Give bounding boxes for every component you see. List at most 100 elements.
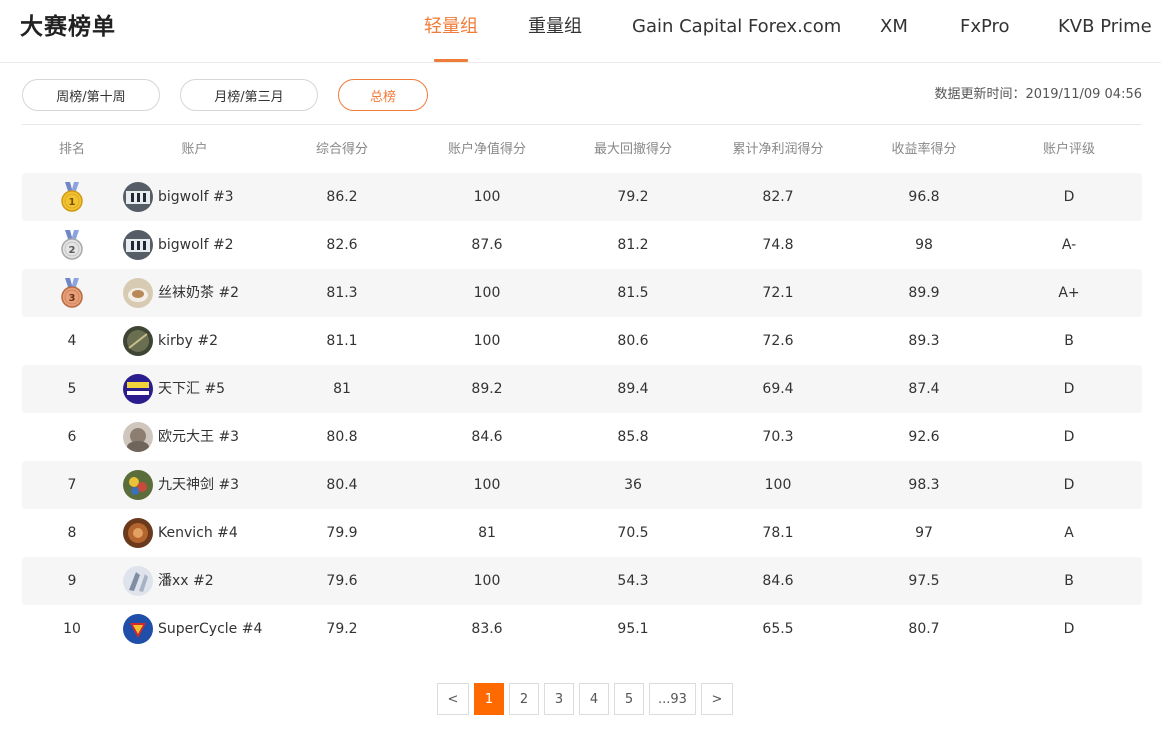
- page-button[interactable]: 1: [474, 683, 504, 715]
- tab-xm[interactable]: XM: [880, 14, 908, 40]
- table-row[interactable]: 7 九天神剑 #3 80.4 100 36 100 98.3 D: [22, 461, 1142, 509]
- drawdown-score: 95.1: [617, 621, 649, 637]
- rank-cell: 10: [63, 621, 81, 637]
- avatar: [123, 278, 153, 308]
- page-button[interactable]: 3: [544, 683, 574, 715]
- svg-text:2: 2: [69, 245, 76, 256]
- tab-fxpro[interactable]: FxPro: [960, 14, 1010, 40]
- account-name[interactable]: 九天神剑 #3: [158, 461, 239, 509]
- rank-cell: 8: [67, 525, 77, 541]
- profit-score: 65.5: [762, 621, 794, 637]
- overall-ranking-button[interactable]: 总榜: [338, 79, 428, 111]
- equity-score: 100: [473, 333, 501, 349]
- total-score: 80.4: [326, 477, 358, 493]
- profit-score: 72.1: [762, 285, 794, 301]
- account-name[interactable]: bigwolf #2: [158, 221, 234, 269]
- page-button[interactable]: 2: [509, 683, 539, 715]
- table-row[interactable]: 8 Kenvich #4 79.9 81 70.5 78.1 97 A: [22, 509, 1142, 557]
- account-cell[interactable]: SuperCycle #4: [122, 605, 292, 653]
- account-grade: D: [1063, 477, 1075, 493]
- last-page-button[interactable]: ...93: [649, 683, 696, 715]
- return-score: 96.8: [908, 189, 940, 205]
- drawdown-score: 70.5: [617, 525, 649, 541]
- profit-score: 82.7: [762, 189, 794, 205]
- account-name[interactable]: 丝袜奶茶 #2: [158, 269, 239, 317]
- monthly-ranking-button[interactable]: 月榜/第三月: [180, 79, 318, 111]
- account-cell[interactable]: 丝袜奶茶 #2: [122, 269, 292, 317]
- profit-score: 100: [764, 477, 792, 493]
- divider: [22, 124, 1142, 125]
- total-score: 79.6: [326, 573, 358, 589]
- account-name[interactable]: bigwolf #3: [158, 173, 234, 221]
- avatar: [123, 422, 153, 452]
- return-score: 98.3: [908, 477, 940, 493]
- table-row[interactable]: 6 欧元大王 #3 80.8 84.6 85.8 70.3 92.6 D: [22, 413, 1142, 461]
- tab-lightweight[interactable]: 轻量组: [424, 14, 478, 40]
- profit-score: 69.4: [762, 381, 794, 397]
- total-score: 81.3: [326, 285, 358, 301]
- table-row[interactable]: 10 SuperCycle #4 79.2 83.6 95.1 65.5 80.…: [22, 605, 1142, 653]
- prev-page-button[interactable]: <: [437, 683, 469, 715]
- rank-cell: 2: [22, 221, 122, 269]
- account-cell[interactable]: bigwolf #2: [122, 221, 292, 269]
- account-cell[interactable]: 九天神剑 #3: [122, 461, 292, 509]
- table-row[interactable]: 3 丝袜奶茶 #2 81.3 100 81.5 72.1 89.9 A+: [22, 269, 1142, 317]
- page-button[interactable]: 4: [579, 683, 609, 715]
- table-row[interactable]: 2 bigwolf #2 82.6 87.6 81.2 74.8 98 A-: [22, 221, 1142, 269]
- account-grade: D: [1063, 621, 1075, 637]
- tab-heavyweight[interactable]: 重量组: [528, 14, 582, 40]
- column-header-rank: 排名: [58, 142, 85, 157]
- ranking-table: 1 bigwolf #3 86.2 100 79.2 82.7 96.8 D 2: [22, 173, 1142, 653]
- next-page-button[interactable]: >: [701, 683, 733, 715]
- account-grade: B: [1064, 573, 1074, 589]
- account-cell[interactable]: Kenvich #4: [122, 509, 292, 557]
- svg-text:1: 1: [69, 197, 76, 208]
- return-score: 97.5: [908, 573, 940, 589]
- account-cell[interactable]: 天下汇 #5: [122, 365, 292, 413]
- rank-cell: 1: [22, 173, 122, 221]
- account-name[interactable]: 欧元大王 #3: [158, 413, 239, 461]
- table-row[interactable]: 4 kirby #2 81.1 100 80.6 72.6 89.3 B: [22, 317, 1142, 365]
- tab-gain-capital[interactable]: Gain Capital Forex.com: [632, 14, 841, 40]
- equity-score: 100: [473, 573, 501, 589]
- account-name[interactable]: Kenvich #4: [158, 509, 238, 557]
- profit-score: 84.6: [762, 573, 794, 589]
- drawdown-score: 89.4: [617, 381, 649, 397]
- avatar: [123, 230, 153, 260]
- total-score: 79.2: [326, 621, 358, 637]
- drawdown-score: 79.2: [617, 189, 649, 205]
- avatar: [123, 470, 153, 500]
- profit-score: 70.3: [762, 429, 794, 445]
- avatar: [123, 374, 153, 404]
- table-row[interactable]: 5 天下汇 #5 81 89.2 89.4 69.4 87.4 D: [22, 365, 1142, 413]
- bronze-medal-icon: 3: [61, 278, 83, 308]
- rank-cell: 5: [67, 381, 77, 397]
- total-score: 82.6: [326, 237, 358, 253]
- equity-score: 100: [473, 189, 501, 205]
- return-score: 92.6: [908, 429, 940, 445]
- total-score: 79.9: [326, 525, 358, 541]
- column-header-account: 账户: [181, 142, 208, 157]
- account-name[interactable]: 潘xx #2: [158, 557, 214, 605]
- account-name[interactable]: kirby #2: [158, 317, 218, 365]
- drawdown-score: 36: [624, 477, 642, 493]
- avatar: [123, 518, 153, 548]
- account-grade: A+: [1058, 285, 1080, 301]
- table-row[interactable]: 9 潘xx #2 79.6 100 54.3 84.6 97.5 B: [22, 557, 1142, 605]
- account-name[interactable]: SuperCycle #4: [158, 605, 262, 653]
- avatar: [123, 566, 153, 596]
- account-name[interactable]: 天下汇 #5: [158, 365, 225, 413]
- weekly-ranking-button[interactable]: 周榜/第十周: [22, 79, 160, 111]
- account-cell[interactable]: kirby #2: [122, 317, 292, 365]
- table-row[interactable]: 1 bigwolf #3 86.2 100 79.2 82.7 96.8 D: [22, 173, 1142, 221]
- total-score: 81.1: [326, 333, 358, 349]
- account-cell[interactable]: bigwolf #3: [122, 173, 292, 221]
- page-button[interactable]: 5: [614, 683, 644, 715]
- return-score: 89.3: [908, 333, 940, 349]
- tab-kvb-prime[interactable]: KVB Prime: [1058, 14, 1152, 40]
- profit-score: 74.8: [762, 237, 794, 253]
- account-cell[interactable]: 潘xx #2: [122, 557, 292, 605]
- column-header-profit-score: 累计净利润得分: [732, 142, 824, 157]
- column-header-total-score: 综合得分: [315, 142, 368, 157]
- account-cell[interactable]: 欧元大王 #3: [122, 413, 292, 461]
